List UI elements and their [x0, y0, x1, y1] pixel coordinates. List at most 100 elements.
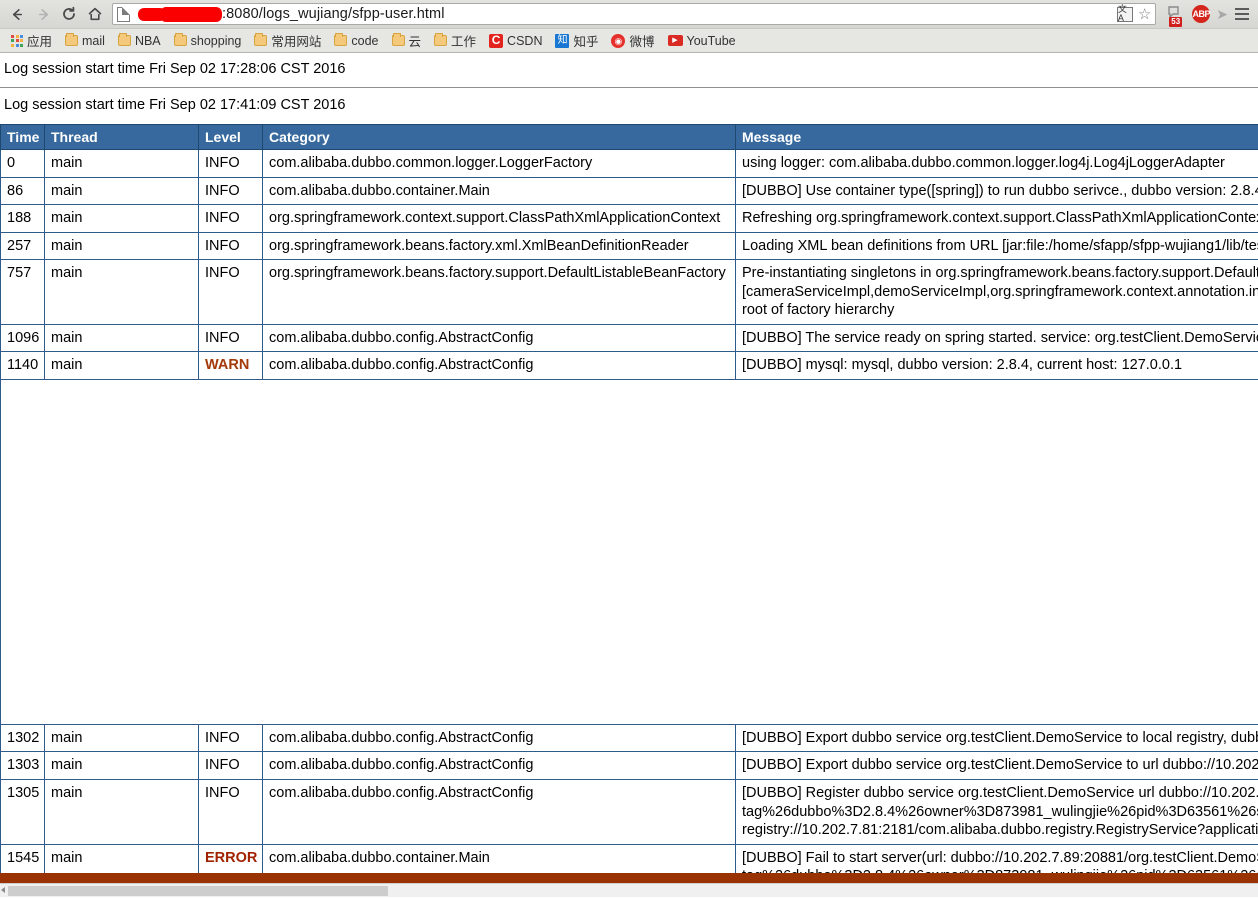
- log-cell-thread: main: [44, 751, 199, 781]
- forward-button[interactable]: [30, 2, 56, 26]
- redaction-block-2: [160, 6, 222, 22]
- log-cell-level: INFO: [198, 779, 263, 845]
- cursor-pointer-icon[interactable]: ➤: [1216, 6, 1228, 23]
- column-header-category[interactable]: Category: [262, 124, 736, 150]
- log-cell-thread: main: [44, 231, 199, 261]
- table-row: 1303 main INFO com.alibaba.dubbo.config.Abs…: [0, 751, 1258, 781]
- scroll-left-arrow-icon[interactable]: [1, 887, 5, 893]
- log-message-line: registry://10.202.7.81:2181/com.alibaba.…: [742, 822, 1258, 839]
- folder-icon: [254, 33, 268, 46]
- log-cell-level: INFO: [198, 176, 263, 206]
- log-cell-time: 1140: [0, 351, 45, 380]
- bookmark-youtube[interactable]: ▶ YouTube: [663, 32, 741, 50]
- browser-toolbar: :8080/logs_wujiang/sfpp-user.html 文A ☆ 5…: [0, 0, 1258, 28]
- folder-icon: [65, 33, 79, 46]
- log-message-line: Loading XML bean definitions from URL [j…: [742, 237, 1258, 254]
- log-message-line: Refreshing org.springframework.context.s…: [742, 210, 1258, 227]
- stacktrace-line: at com.alibaba.dubbo.config.spring.Servi…: [25, 480, 533, 495]
- log-cell-message: Loading XML bean definitions from URL [j…: [735, 231, 1258, 261]
- reload-button[interactable]: [56, 2, 82, 26]
- log-cell-category: com.alibaba.dubbo.config.AbstractConfig: [262, 751, 736, 781]
- table-header-row: Time Thread Level Category Message: [0, 124, 1258, 150]
- table-row: 188 main INFO org.springframework.context.s…: [0, 204, 1258, 233]
- horizontal-scrollbar[interactable]: [0, 883, 1258, 897]
- bookmark-shopping[interactable]: shopping: [169, 32, 247, 50]
- extension-with-badge[interactable]: 53: [1166, 4, 1186, 27]
- log-message-line: root of factory hierarchy: [742, 302, 895, 319]
- stacktrace-line: at com.alibaba.dubbo.config.ServiceConfi…: [25, 432, 476, 447]
- log-cell-thread: main: [44, 323, 199, 353]
- log-message-line: [DUBBO] Fail to start server(url: dubbo:…: [742, 849, 1258, 866]
- column-header-thread[interactable]: Thread: [44, 124, 199, 150]
- folder-icon: [117, 33, 131, 46]
- log-cell-category: org.springframework.beans.factory.suppor…: [262, 259, 736, 325]
- log-cell-thread: main: [44, 351, 199, 380]
- chrome-menu-icon[interactable]: [1234, 8, 1250, 20]
- table-row: 1305 main INFO com.alibaba.dubbo.config.Abs…: [0, 779, 1258, 845]
- stacktrace-line: at java.net.Inet4AddressImpl.lookupAllHo…: [25, 640, 379, 655]
- bookmark-weibo[interactable]: ◉ 微博: [606, 29, 659, 52]
- bookmark-mail[interactable]: mail: [60, 32, 110, 50]
- bookmark-label: 应用: [27, 35, 53, 49]
- bookmark-zhihu[interactable]: 知 知乎: [550, 29, 603, 52]
- log-message-line: [DUBBO] mysql: mysql, dubbo version: 2.8…: [742, 357, 1183, 374]
- table-row: 1140 main WARN com.alibaba.dubbo.config.Abs…: [0, 351, 1258, 380]
- bookmark-common-sites[interactable]: 常用网站: [249, 29, 326, 52]
- bookmark-csdn[interactable]: C CSDN: [484, 32, 547, 50]
- bookmark-code[interactable]: code: [329, 32, 383, 50]
- exception-stacktrace: java.net.UnknownHostException: mysql: my…: [0, 378, 1258, 725]
- translate-icon[interactable]: 文A: [1116, 5, 1133, 23]
- page-content: Log session start time Fri Sep 02 17:28:…: [0, 53, 1258, 897]
- stacktrace-line: at java.net.InetAddress.getLocalHost(Ine…: [25, 400, 363, 415]
- log-table: Time Thread Level Category Message 0 main…: [0, 124, 1258, 897]
- log-cell-level: INFO: [198, 723, 263, 753]
- log-cell-level: INFO: [198, 323, 263, 353]
- log-cell-message: [DUBBO] Export dubbo service org.testCli…: [735, 751, 1258, 781]
- log-table-body: 0 main INFO com.alibaba.dubbo.common.logger…: [0, 149, 1258, 897]
- exception-row-overflow-band: [0, 873, 1258, 883]
- bookmark-label: 云: [408, 35, 422, 49]
- folder-icon: [391, 33, 405, 46]
- log-message-line: [DUBBO] Register dubbo service org.testC…: [742, 785, 1258, 802]
- log-cell-category: com.alibaba.dubbo.config.AbstractConfig: [262, 779, 736, 845]
- stacktrace-line: at java.net.InetAddress.getAddressesFrom…: [25, 672, 470, 687]
- back-button[interactable]: [4, 2, 30, 26]
- stacktrace-line: java.net.UnknownHostException: mysql: my…: [7, 384, 267, 399]
- log-message-line: [DUBBO] Export dubbo service org.testCli…: [742, 729, 1258, 746]
- log-cell-message: [DUBBO] Register dubbo service org.testC…: [735, 779, 1258, 845]
- log-cell-category: org.springframework.context.support.Clas…: [262, 204, 736, 233]
- log-cell-level: INFO: [198, 231, 263, 261]
- zhihu-icon: 知: [555, 33, 570, 48]
- folder-icon: [334, 33, 348, 46]
- adblock-plus-icon[interactable]: ABP: [1192, 5, 1211, 23]
- log-cell-time: 1305: [0, 779, 45, 845]
- bookmark-star-icon[interactable]: ☆: [1138, 7, 1151, 22]
- address-bar[interactable]: :8080/logs_wujiang/sfpp-user.html 文A ☆: [112, 3, 1157, 25]
- log-cell-message: [DUBBO] Use container type([spring]) to …: [735, 176, 1258, 206]
- bookmark-work[interactable]: 工作: [429, 29, 481, 52]
- url-text: :8080/logs_wujiang/sfpp-user.html: [136, 6, 445, 22]
- extension-badge-count: 53: [1169, 17, 1183, 27]
- stacktrace-line: at com.alibaba.dubbo.container.spring.Sp…: [25, 592, 499, 607]
- stacktrace-line: at org.springframework.context.support.C…: [25, 560, 704, 575]
- bookmark-nba[interactable]: NBA: [113, 32, 166, 50]
- column-header-level[interactable]: Level: [198, 124, 263, 150]
- folder-icon: [434, 33, 448, 46]
- table-row: 257 main INFO org.springframework.beans.fac…: [0, 231, 1258, 261]
- weibo-icon: ◉: [611, 33, 626, 48]
- column-header-time[interactable]: Time: [0, 124, 45, 150]
- bookmark-cloud[interactable]: 云: [387, 29, 427, 52]
- log-cell-time: 1096: [0, 323, 45, 353]
- omnibox-actions: 文A ☆: [1111, 5, 1151, 23]
- table-row: 1096 main INFO com.alibaba.dubbo.config.Abs…: [0, 323, 1258, 353]
- browser-chrome: :8080/logs_wujiang/sfpp-user.html 文A ☆ 5…: [0, 0, 1258, 53]
- log-cell-message: Refreshing org.springframework.context.s…: [735, 204, 1258, 233]
- bookmark-apps[interactable]: 应用: [6, 29, 57, 52]
- youtube-icon: ▶: [667, 35, 683, 46]
- folder-icon: [173, 33, 187, 46]
- horizontal-scrollbar-thumb[interactable]: [8, 886, 388, 896]
- log-cell-category: org.springframework.beans.factory.xml.Xm…: [262, 231, 736, 261]
- column-header-message[interactable]: Message: [735, 124, 1258, 150]
- log-session-header-1: Log session start time Fri Sep 02 17:28:…: [0, 53, 1258, 88]
- home-button[interactable]: [82, 2, 108, 26]
